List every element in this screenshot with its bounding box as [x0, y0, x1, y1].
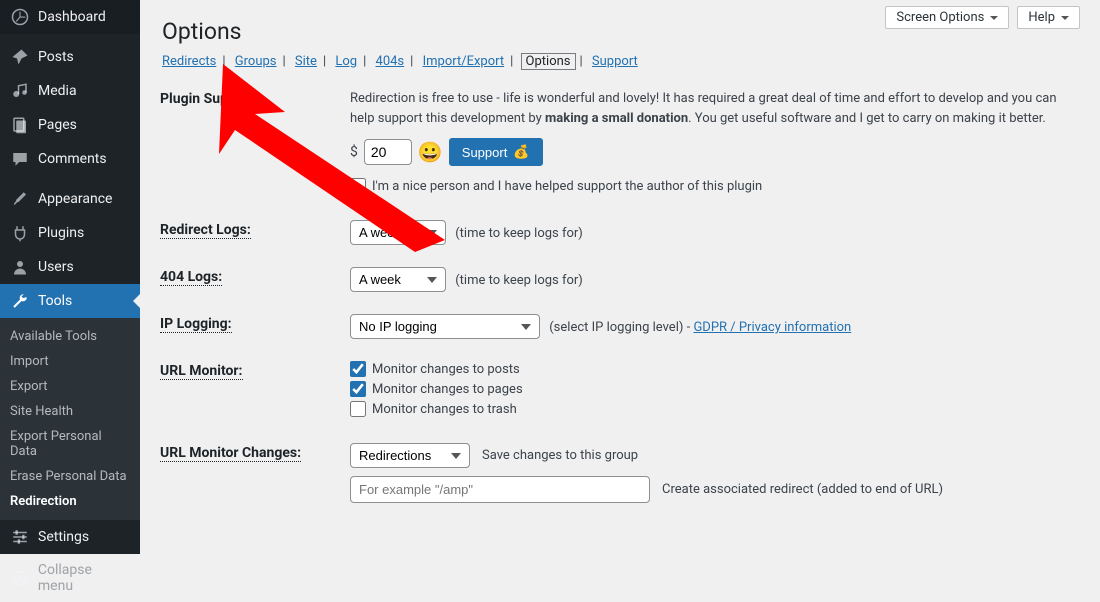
wrench-icon: [10, 291, 30, 311]
sidebar-item-settings[interactable]: Settings: [0, 520, 140, 554]
submenu-redirection[interactable]: Redirection: [0, 489, 140, 514]
collapse-menu[interactable]: Collapse menu: [0, 554, 140, 602]
monitor-pages-checkbox[interactable]: [350, 381, 366, 397]
help-button[interactable]: Help: [1017, 6, 1080, 29]
pin-icon: [10, 47, 30, 67]
nice-person-checkbox[interactable]: [350, 178, 366, 194]
plug-icon: [10, 223, 30, 243]
tools-submenu: Available Tools Import Export Site Healt…: [0, 318, 140, 520]
sidebar-item-media[interactable]: Media: [0, 74, 140, 108]
sidebar-item-label: Tools: [38, 293, 72, 309]
submenu-site-health[interactable]: Site Health: [0, 399, 140, 424]
sidebar-item-label: Appearance: [38, 191, 112, 207]
sidebar-item-comments[interactable]: Comments: [0, 142, 140, 176]
sidebar-item-users[interactable]: Users: [0, 250, 140, 284]
sidebar-item-label: Posts: [38, 49, 74, 65]
submenu-export[interactable]: Export: [0, 374, 140, 399]
plugin-support-desc: Redirection is free to use - life is won…: [350, 89, 1080, 128]
tab-support[interactable]: Support: [590, 54, 640, 69]
404-logs-label: 404 Logs:: [160, 269, 222, 286]
monitor-trash-label: Monitor changes to trash: [372, 402, 517, 417]
support-button[interactable]: Support 💰: [449, 138, 543, 166]
moneybag-icon: 💰: [513, 144, 529, 160]
submenu-available-tools[interactable]: Available Tools: [0, 324, 140, 349]
admin-sidebar: Dashboard Posts Media Pages Comments App…: [0, 0, 140, 554]
monitor-group-after: Save changes to this group: [482, 448, 638, 463]
tab-import-export[interactable]: Import/Export: [421, 54, 507, 69]
url-monitor-label: URL Monitor:: [160, 363, 243, 380]
tab-log[interactable]: Log: [333, 54, 359, 69]
sidebar-item-label: Pages: [38, 117, 77, 133]
404-logs-select[interactable]: A week: [350, 267, 446, 292]
submenu-erase-personal-data[interactable]: Erase Personal Data: [0, 464, 140, 489]
sidebar-item-label: Settings: [38, 529, 89, 545]
comment-icon: [10, 149, 30, 169]
sidebar-item-posts[interactable]: Posts: [0, 40, 140, 74]
submenu-import[interactable]: Import: [0, 349, 140, 374]
monitor-trash-checkbox[interactable]: [350, 401, 366, 417]
help-label: Help: [1028, 10, 1055, 25]
media-icon: [10, 81, 30, 101]
sidebar-item-label: Media: [38, 83, 77, 99]
nice-person-label: I'm a nice person and I have helped supp…: [372, 179, 762, 194]
sidebar-item-dashboard[interactable]: Dashboard: [0, 0, 140, 34]
monitor-posts-checkbox[interactable]: [350, 361, 366, 377]
tab-options[interactable]: Options: [521, 53, 576, 70]
ip-logging-select[interactable]: No IP logging: [350, 314, 540, 339]
tab-groups[interactable]: Groups: [233, 54, 279, 69]
plugin-tabs: Redirects| Groups| Site| Log| 404s| Impo…: [160, 54, 1080, 69]
associated-redirect-input[interactable]: [350, 476, 650, 503]
404-logs-after: (time to keep logs for): [455, 273, 583, 288]
sidebar-item-plugins[interactable]: Plugins: [0, 216, 140, 250]
redirect-logs-select[interactable]: A week: [350, 220, 446, 245]
tab-redirects[interactable]: Redirects: [160, 54, 218, 69]
plugin-support-label: Plugin Support: [160, 91, 254, 107]
monitor-posts-label: Monitor changes to posts: [372, 362, 520, 377]
smile-emoji-icon: 😀: [418, 140, 443, 164]
sidebar-item-label: Dashboard: [38, 9, 106, 25]
monitor-group-select[interactable]: Redirections: [350, 443, 470, 468]
ip-logging-label: IP Logging:: [160, 316, 232, 333]
monitor-pages-label: Monitor changes to pages: [372, 382, 523, 397]
sidebar-item-label: Plugins: [38, 225, 84, 241]
user-icon: [10, 257, 30, 277]
redirect-logs-after: (time to keep logs for): [455, 226, 583, 241]
sidebar-item-label: Comments: [38, 151, 107, 167]
sidebar-item-pages[interactable]: Pages: [0, 108, 140, 142]
pages-icon: [10, 115, 30, 135]
dashboard-icon: [10, 7, 30, 27]
settings-icon: [10, 527, 30, 547]
redirect-logs-label: Redirect Logs:: [160, 222, 251, 239]
submenu-export-personal-data[interactable]: Export Personal Data: [0, 424, 140, 464]
support-button-label: Support: [462, 145, 508, 160]
ip-logging-after: (select IP logging level) -: [549, 320, 693, 335]
gdpr-link[interactable]: GDPR / Privacy information: [693, 320, 851, 335]
donation-amount-input[interactable]: [364, 139, 412, 165]
screen-options-button[interactable]: Screen Options: [885, 6, 1009, 29]
url-monitor-changes-label: URL Monitor Changes:: [160, 445, 301, 462]
tab-404s[interactable]: 404s: [374, 54, 407, 69]
sidebar-item-tools[interactable]: Tools: [0, 284, 140, 318]
screen-options-label: Screen Options: [896, 10, 984, 25]
tab-site[interactable]: Site: [293, 54, 319, 69]
associated-redirect-after: Create associated redirect (added to end…: [662, 482, 943, 497]
collapse-icon: [10, 568, 30, 588]
collapse-label: Collapse menu: [38, 562, 130, 594]
brush-icon: [10, 189, 30, 209]
sidebar-item-label: Users: [38, 259, 74, 275]
currency-symbol: $: [350, 144, 358, 160]
sidebar-item-appearance[interactable]: Appearance: [0, 182, 140, 216]
